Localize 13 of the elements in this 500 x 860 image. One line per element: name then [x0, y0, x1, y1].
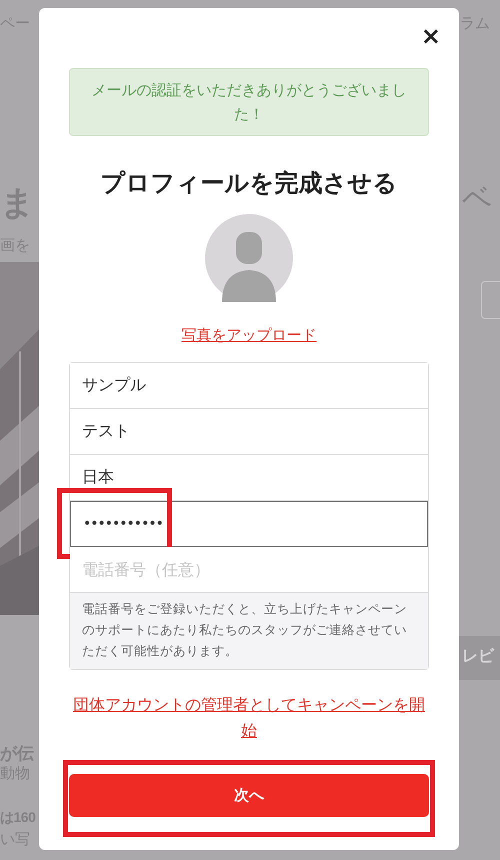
phone-note: 電話番号をご登録いただくと、立ち上げたキャンペーンのサポートにあたり私たちのスタッフがご連絡させていただく可能性があります。: [70, 593, 428, 669]
background-text: レビ: [462, 646, 494, 667]
avatar-placeholder-icon[interactable]: [205, 214, 293, 302]
close-button[interactable]: ×: [416, 22, 445, 50]
input-field[interactable]: サンプル: [70, 363, 428, 409]
success-alert: メールの認証をいただきありがとうございました！: [69, 68, 429, 136]
password-field[interactable]: •••••••••••: [70, 501, 428, 547]
next-button[interactable]: 次へ: [69, 774, 429, 817]
tag-background: [458, 636, 500, 680]
input-field[interactable]: 電話番号（任意）: [70, 547, 428, 593]
upload-photo-link[interactable]: 写真をアップロード: [182, 324, 316, 346]
modal-title: プロフィールを完成させる: [100, 168, 398, 199]
organization-account-link[interactable]: 団体アカウントの管理者としてキャンペーンを開始: [69, 692, 429, 744]
